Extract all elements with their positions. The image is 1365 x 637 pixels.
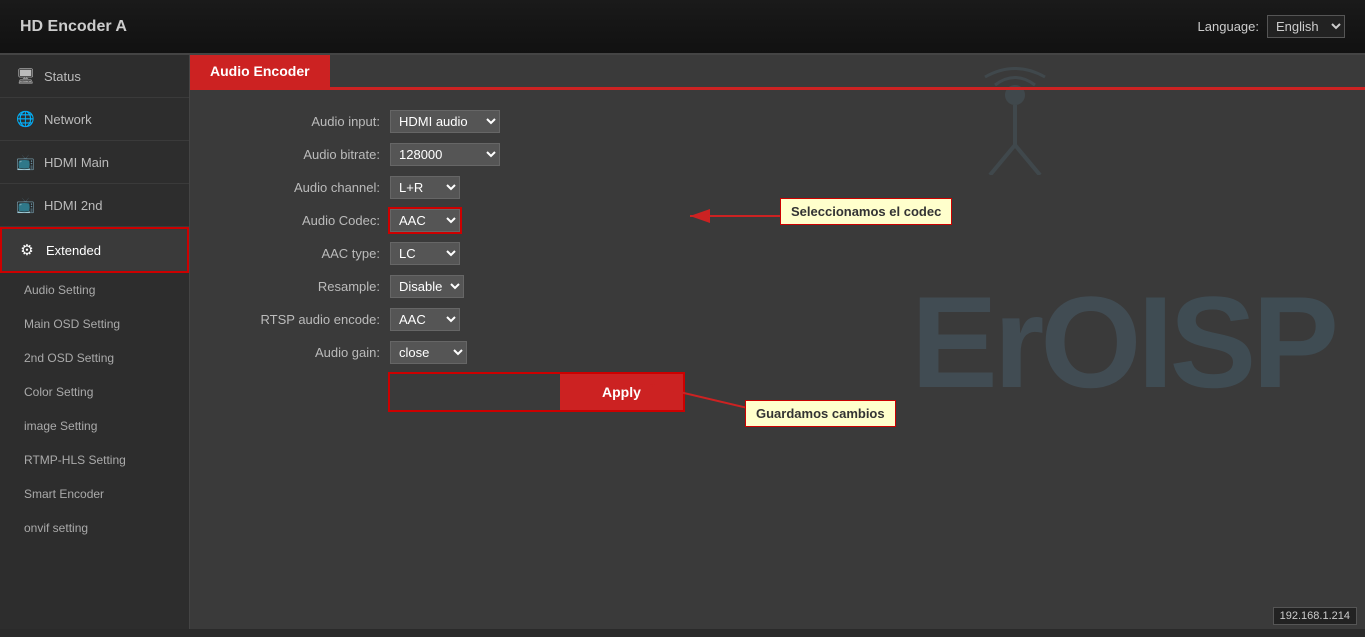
audio-codec-label: Audio Codec: [220,213,380,228]
sidebar-sub-color-setting[interactable]: Color Setting [0,375,189,409]
audio-input-select[interactable]: HDMI audio Analog None [390,110,500,133]
sidebar-sub-onvif-setting[interactable]: onvif setting [0,511,189,545]
form-content: Audio input: HDMI audio Analog None Audi… [190,90,1365,440]
audio-bitrate-label: Audio bitrate: [220,147,380,162]
audio-codec-row: Audio Codec: AAC MP3 G.711 [220,209,1335,232]
rtsp-audio-select[interactable]: AAC MP3 [390,308,460,331]
aac-type-row: AAC type: LC HE HEv2 [220,242,1335,265]
sidebar-sub-audio-setting[interactable]: Audio Setting [0,273,189,307]
audio-bitrate-row: Audio bitrate: 128000 64000 32000 [220,143,1335,166]
resample-label: Resample: [220,279,380,294]
apply-button-wrapper: Apply [390,374,683,410]
language-label: Language: [1198,19,1259,34]
rtsp-audio-label: RTSP audio encode: [220,312,380,327]
page-tab: Audio Encoder [190,55,330,87]
audio-input-row: Audio input: HDMI audio Analog None [220,110,1335,133]
callout-codec: Seleccionamos el codec [780,198,952,225]
audio-gain-label: Audio gain: [220,345,380,360]
hdmi-main-icon: 📺 [16,153,34,171]
callout-apply: Guardamos cambios [745,400,896,427]
language-dropdown[interactable]: English Chinese [1267,15,1345,38]
globe-icon: 🌐 [16,110,34,128]
audio-bitrate-select[interactable]: 128000 64000 32000 [390,143,500,166]
resample-row: Resample: Disable Enable [220,275,1335,298]
header: HD Encoder A Language: English Chinese [0,0,1365,55]
gear-icon: ⚙ [18,241,36,259]
audio-gain-row: Audio gain: close low medium high [220,341,1335,364]
sidebar: 🖥 Status 🌐 Network 📺 HDMI Main 📺 HDMI 2n… [0,55,190,629]
sidebar-item-status-label: Status [44,69,81,84]
bottom-ip: 192.168.1.214 [1273,607,1357,625]
audio-channel-select[interactable]: L+R Left Right Stereo [390,176,460,199]
hdmi-2nd-icon: 📺 [16,196,34,214]
aac-type-label: AAC type: [220,246,380,261]
audio-codec-select[interactable]: AAC MP3 G.711 [390,209,460,232]
sidebar-sub-rtmp-hls[interactable]: RTMP-HLS Setting [0,443,189,477]
rtsp-audio-row: RTSP audio encode: AAC MP3 [220,308,1335,331]
audio-channel-label: Audio channel: [220,180,380,195]
sidebar-item-extended[interactable]: ⚙ Extended [0,227,189,273]
audio-input-label: Audio input: [220,114,380,129]
sidebar-sub-image-setting[interactable]: image Setting [0,409,189,443]
sidebar-item-hdmi-2nd-label: HDMI 2nd [44,198,103,213]
sidebar-sub-smart-encoder[interactable]: Smart Encoder [0,477,189,511]
sidebar-item-network-label: Network [44,112,92,127]
apply-button[interactable]: Apply [560,374,683,410]
sidebar-item-network[interactable]: 🌐 Network [0,98,189,141]
language-selector: Language: English Chinese [1198,15,1345,38]
main-content: ErOISP Audio Encoder Audio input: HDMI a… [190,55,1365,629]
monitor-icon: 🖥 [16,67,34,85]
sidebar-item-status[interactable]: 🖥 Status [0,55,189,98]
sidebar-item-extended-label: Extended [46,243,101,258]
main-layout: 🖥 Status 🌐 Network 📺 HDMI Main 📺 HDMI 2n… [0,55,1365,629]
resample-select[interactable]: Disable Enable [390,275,464,298]
sidebar-sub-main-osd[interactable]: Main OSD Setting [0,307,189,341]
audio-channel-row: Audio channel: L+R Left Right Stereo [220,176,1335,199]
aac-type-select[interactable]: LC HE HEv2 [390,242,460,265]
sidebar-item-hdmi-main-label: HDMI Main [44,155,109,170]
sidebar-sub-2nd-osd[interactable]: 2nd OSD Setting [0,341,189,375]
sidebar-item-hdmi-main[interactable]: 📺 HDMI Main [0,141,189,184]
sidebar-item-hdmi-2nd[interactable]: 📺 HDMI 2nd [0,184,189,227]
audio-gain-select[interactable]: close low medium high [390,341,467,364]
app-title: HD Encoder A [20,18,127,36]
